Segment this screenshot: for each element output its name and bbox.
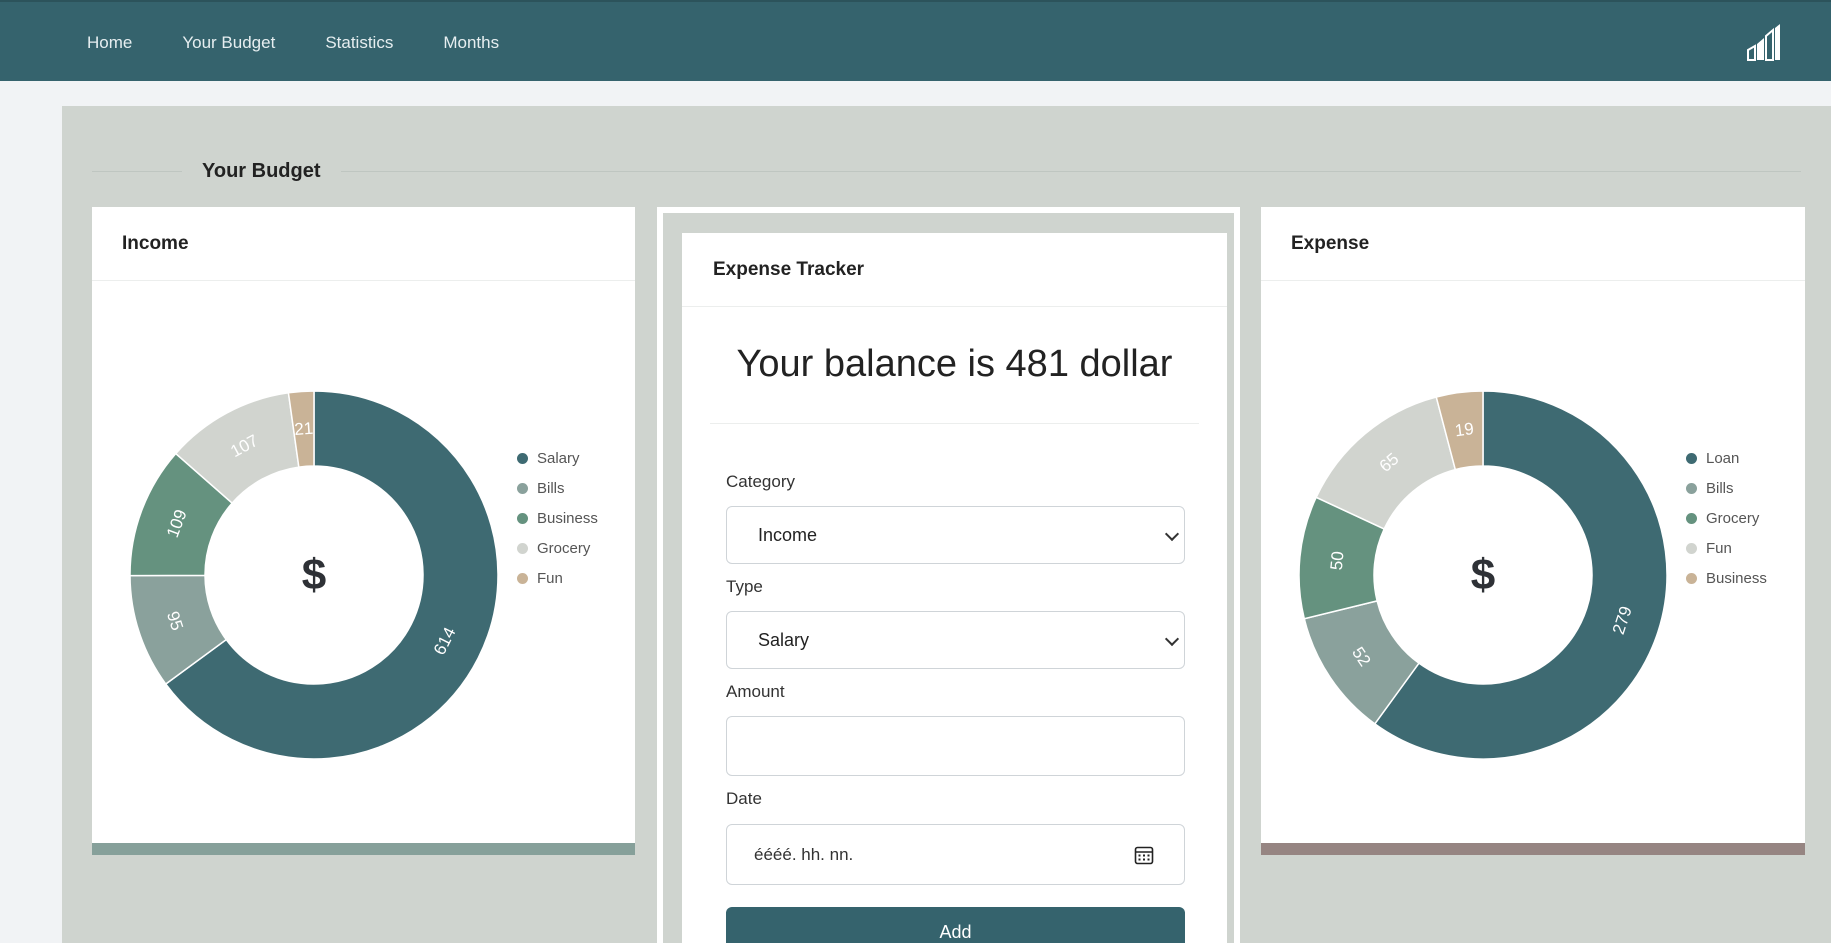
income-legend-swatch [517,542,528,554]
expense-legend-item[interactable]: Fun [1686,539,1767,557]
chevron-down-icon [1164,631,1180,647]
income-legend-label: Fun [537,569,563,587]
bar-chart-logo-icon[interactable] [1747,24,1781,62]
income-data-label: 21 [294,419,314,439]
nav-months-link[interactable]: Months [418,33,524,53]
amount-input[interactable] [726,716,1185,776]
expense-center-dollar-symbol: $ [1471,551,1495,600]
income-legend-item[interactable]: Salary [517,449,598,467]
balance-text: Your balance is 481 dollar [736,343,1173,385]
type-label: Type [726,577,763,596]
category-select[interactable]: Income [726,506,1185,564]
section-title: Your Budget [182,160,341,183]
calendar-icon[interactable] [1134,845,1154,865]
income-legend-swatch [517,482,528,494]
expense-tracker-frame: Expense Tracker Your balance is 481 doll… [657,207,1240,943]
expense-legend-item[interactable]: Bills [1686,479,1767,497]
nav-links: Home Your Budget Statistics Months [62,2,524,83]
amount-label: Amount [726,682,785,701]
expense-legend-swatch [1686,452,1697,464]
expense-legend-swatch [1686,542,1697,554]
chevron-down-icon [1164,526,1180,542]
nav-statistics-link[interactable]: Statistics [300,33,418,53]
income-legend-swatch [517,572,528,584]
expense-legend-item[interactable]: Grocery [1686,509,1767,527]
expense-card: Expense 279 52 50 65 19 $ Loan Bills Grocery Fun… [1261,207,1805,855]
type-select-value: Salary [758,629,810,650]
expense-legend-label: Grocery [1706,509,1760,527]
add-button[interactable]: Add [726,907,1185,943]
expense-legend-swatch [1686,512,1697,524]
expense-legend: Loan Bills Grocery Fun Business [1686,449,1767,587]
income-legend: Salary Bills Business Grocery Fun [517,449,598,587]
top-navbar: Home Your Budget Statistics Months [0,0,1831,81]
expense-tracker-title: Expense Tracker [682,233,1227,307]
expense-card-title: Expense [1261,207,1805,281]
income-legend-item[interactable]: Bills [517,479,598,497]
income-card: Income 614 95 109 107 21 $ Salary Bills Busines… [92,207,635,855]
category-select-value: Income [758,524,818,545]
date-input[interactable]: éééé. hh. nn. [726,824,1185,885]
expense-data-label: 19 [1454,419,1475,440]
expense-tracker-card: Expense Tracker Your balance is 481 doll… [682,233,1227,943]
income-center-dollar-symbol: $ [302,551,326,600]
balance-divider [710,423,1199,424]
category-label: Category [726,472,795,491]
expense-legend-label: Business [1706,569,1767,587]
expense-legend-label: Loan [1706,449,1740,467]
income-legend-swatch [517,452,528,464]
expense-legend-item[interactable]: Loan [1686,449,1767,467]
income-legend-item[interactable]: Business [517,509,598,527]
income-legend-item[interactable]: Grocery [517,539,598,557]
budget-content: Your Budget Income 614 95 109 107 21 $ Salary… [62,106,1831,943]
income-card-title: Income [92,207,635,281]
section-divider [92,171,1801,172]
expense-legend-swatch [1686,572,1697,584]
income-legend-label: Bills [537,479,565,497]
expense-tracker-inner-frame: Expense Tracker Your balance is 481 doll… [663,213,1234,943]
date-input-placeholder: éééé. hh. nn. [754,844,854,864]
income-legend-swatch [517,512,528,524]
expense-legend-item[interactable]: Business [1686,569,1767,587]
income-legend-label: Salary [537,449,580,467]
expense-footer-bar [1261,843,1805,855]
expense-legend-label: Fun [1706,539,1732,557]
expense-legend-label: Bills [1706,479,1734,497]
expense-data-label: 50 [1327,550,1348,571]
nav-your-budget-link[interactable]: Your Budget [157,33,300,53]
income-legend-label: Grocery [537,539,591,557]
date-label: Date [726,789,762,808]
income-legend-label: Business [537,509,598,527]
expense-legend-swatch [1686,482,1697,494]
income-footer-bar [92,843,635,855]
income-legend-item[interactable]: Fun [517,569,598,587]
nav-home-link[interactable]: Home [62,33,157,53]
type-select[interactable]: Salary [726,611,1185,669]
